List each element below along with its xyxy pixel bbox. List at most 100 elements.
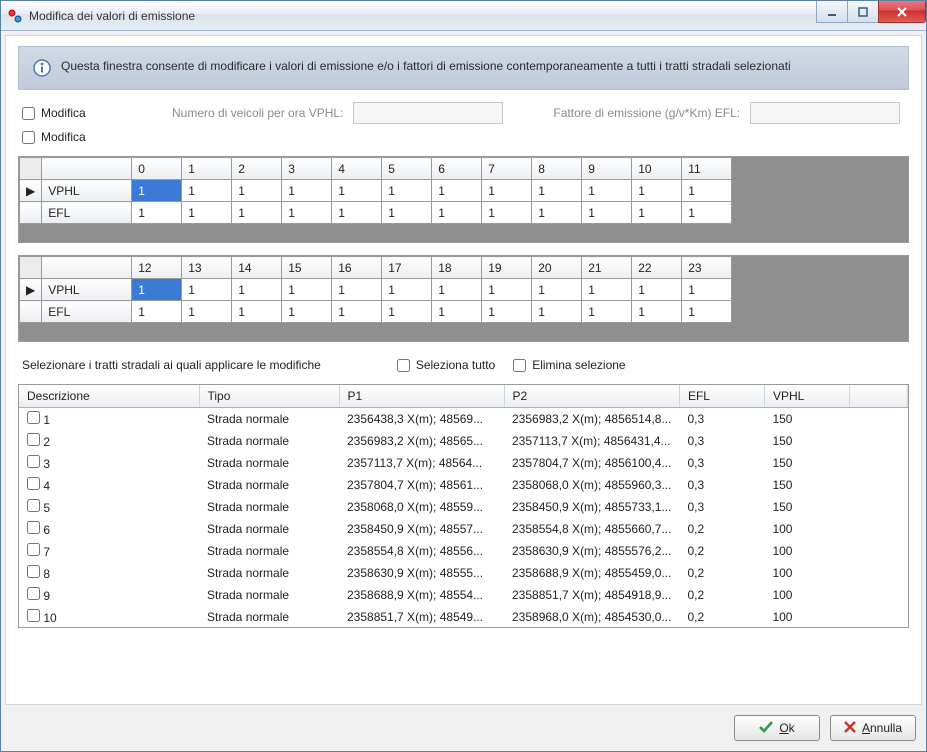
list-cell[interactable]: 2357804,7 X(m); 48561... bbox=[339, 474, 504, 496]
row-checkbox[interactable] bbox=[27, 499, 40, 512]
list-cell[interactable]: 2358554,8 X(m); 48556... bbox=[339, 540, 504, 562]
grid-cell[interactable]: 1 bbox=[632, 202, 682, 224]
grid-col-header[interactable]: 22 bbox=[632, 257, 682, 279]
row-checkbox[interactable] bbox=[27, 565, 40, 578]
list-cell[interactable]: 100 bbox=[764, 562, 849, 584]
grid-col-header[interactable]: 19 bbox=[482, 257, 532, 279]
row-checkbox[interactable] bbox=[27, 411, 40, 424]
list-cell[interactable]: 100 bbox=[764, 606, 849, 627]
grid-col-header[interactable]: 13 bbox=[182, 257, 232, 279]
list-cell[interactable]: 2358851,7 X(m); 48549... bbox=[339, 606, 504, 627]
grid-table-1[interactable]: 01234567891011▶VPHL111111111111EFL111111… bbox=[19, 157, 732, 224]
list-cell[interactable]: 2358630,9 X(m); 48555... bbox=[339, 562, 504, 584]
list-cell[interactable]: 1 bbox=[19, 408, 199, 431]
grid-cell[interactable]: 1 bbox=[632, 180, 682, 202]
select-all-checkbox[interactable] bbox=[397, 359, 410, 372]
grid-cell[interactable]: 1 bbox=[682, 301, 732, 323]
grid-col-header[interactable]: 2 bbox=[232, 158, 282, 180]
list-cell[interactable]: 10 bbox=[19, 606, 199, 627]
list-cell[interactable]: 8 bbox=[19, 562, 199, 584]
list-cell[interactable]: 0,3 bbox=[679, 452, 764, 474]
grid-col-header[interactable]: 7 bbox=[482, 158, 532, 180]
grid-cell[interactable]: 1 bbox=[232, 301, 282, 323]
grid-cell[interactable]: 1 bbox=[182, 180, 232, 202]
grid-cell[interactable]: 1 bbox=[332, 279, 382, 301]
table-row[interactable]: 3Strada normale2357113,7 X(m); 48564...2… bbox=[19, 452, 908, 474]
modify2-checkbox[interactable] bbox=[22, 131, 35, 144]
grid-cell[interactable]: 1 bbox=[232, 180, 282, 202]
grid-col-header[interactable]: 21 bbox=[582, 257, 632, 279]
road-listview[interactable]: DescrizioneTipoP1P2EFLVPHL 1Strada norma… bbox=[19, 385, 908, 627]
road-list-table[interactable]: DescrizioneTipoP1P2EFLVPHL 1Strada norma… bbox=[19, 385, 908, 627]
grid-cell[interactable]: 1 bbox=[532, 279, 582, 301]
list-cell[interactable]: 100 bbox=[764, 518, 849, 540]
grid-col-header[interactable]: 12 bbox=[132, 257, 182, 279]
list-cell[interactable]: 5 bbox=[19, 496, 199, 518]
list-col-header[interactable]: EFL bbox=[679, 385, 764, 408]
grid-cell[interactable]: 1 bbox=[382, 301, 432, 323]
grid-cell[interactable]: 1 bbox=[682, 202, 732, 224]
grid-col-header[interactable]: 10 bbox=[632, 158, 682, 180]
list-cell[interactable]: 2358968,0 X(m); 4854530,0... bbox=[504, 606, 679, 627]
grid-cell[interactable]: 1 bbox=[182, 279, 232, 301]
list-cell[interactable]: 2356983,2 X(m); 4856514,8... bbox=[504, 408, 679, 431]
grid-cell[interactable]: 1 bbox=[182, 301, 232, 323]
list-cell[interactable]: 0,3 bbox=[679, 496, 764, 518]
list-col-header[interactable]: P2 bbox=[504, 385, 679, 408]
grid-cell[interactable]: 1 bbox=[282, 202, 332, 224]
grid-cell[interactable]: 1 bbox=[382, 279, 432, 301]
grid-cell[interactable]: 1 bbox=[382, 202, 432, 224]
grid-cell[interactable]: 1 bbox=[632, 279, 682, 301]
list-col-header[interactable]: Descrizione bbox=[19, 385, 199, 408]
list-cell[interactable]: 150 bbox=[764, 496, 849, 518]
list-cell[interactable]: Strada normale bbox=[199, 518, 339, 540]
table-row[interactable]: 8Strada normale2358630,9 X(m); 48555...2… bbox=[19, 562, 908, 584]
list-cell[interactable]: 2357113,7 X(m); 4856431,4... bbox=[504, 430, 679, 452]
ok-button[interactable]: Ok bbox=[734, 715, 820, 741]
grid-cell[interactable]: 1 bbox=[382, 180, 432, 202]
list-cell[interactable]: 150 bbox=[764, 408, 849, 431]
grid-cell[interactable]: 1 bbox=[132, 180, 182, 202]
list-cell[interactable]: Strada normale bbox=[199, 584, 339, 606]
row-checkbox[interactable] bbox=[27, 543, 40, 556]
row-checkbox[interactable] bbox=[27, 609, 40, 622]
list-cell[interactable]: 2358450,9 X(m); 48557... bbox=[339, 518, 504, 540]
grid-cell[interactable]: 1 bbox=[282, 301, 332, 323]
grid-cell[interactable]: 1 bbox=[132, 279, 182, 301]
list-cell[interactable]: Strada normale bbox=[199, 474, 339, 496]
grid-col-header[interactable]: 15 bbox=[282, 257, 332, 279]
list-cell[interactable]: 2358688,9 X(m); 48554... bbox=[339, 584, 504, 606]
grid-row-indicator[interactable] bbox=[20, 301, 42, 323]
grid-cell[interactable]: 1 bbox=[582, 279, 632, 301]
list-col-header[interactable]: Tipo bbox=[199, 385, 339, 408]
clear-selection-checkbox[interactable] bbox=[513, 359, 526, 372]
list-cell[interactable]: 0,3 bbox=[679, 408, 764, 431]
modify2-checkbox-label[interactable]: Modifica bbox=[22, 130, 162, 144]
list-cell[interactable]: Strada normale bbox=[199, 496, 339, 518]
row-checkbox[interactable] bbox=[27, 521, 40, 534]
table-row[interactable]: 9Strada normale2358688,9 X(m); 48554...2… bbox=[19, 584, 908, 606]
clear-selection-checkbox-label[interactable]: Elimina selezione bbox=[513, 358, 625, 372]
list-cell[interactable]: Strada normale bbox=[199, 562, 339, 584]
grid-cell[interactable]: 1 bbox=[432, 301, 482, 323]
list-cell[interactable]: 2357113,7 X(m); 48564... bbox=[339, 452, 504, 474]
row-checkbox[interactable] bbox=[27, 477, 40, 490]
grid-cell[interactable]: 1 bbox=[682, 279, 732, 301]
list-cell[interactable]: 0,3 bbox=[679, 430, 764, 452]
grid-cell[interactable]: 1 bbox=[482, 301, 532, 323]
grid-col-header[interactable]: 0 bbox=[132, 158, 182, 180]
list-cell[interactable]: 0,3 bbox=[679, 474, 764, 496]
row-checkbox[interactable] bbox=[27, 455, 40, 468]
grid-cell[interactable]: 1 bbox=[432, 180, 482, 202]
list-col-header[interactable]: VPHL bbox=[764, 385, 849, 408]
list-cell[interactable]: 150 bbox=[764, 452, 849, 474]
list-cell[interactable]: Strada normale bbox=[199, 430, 339, 452]
grid-row-label[interactable]: VPHL bbox=[42, 180, 132, 202]
grid-cell[interactable]: 1 bbox=[482, 180, 532, 202]
grid-cell[interactable]: 1 bbox=[282, 180, 332, 202]
list-cell[interactable]: 2356438,3 X(m); 48569... bbox=[339, 408, 504, 431]
grid-cell[interactable]: 1 bbox=[482, 279, 532, 301]
grid-row-label[interactable]: VPHL bbox=[42, 279, 132, 301]
grid-row-indicator[interactable]: ▶ bbox=[20, 279, 42, 301]
cancel-button[interactable]: Annulla bbox=[830, 715, 916, 741]
